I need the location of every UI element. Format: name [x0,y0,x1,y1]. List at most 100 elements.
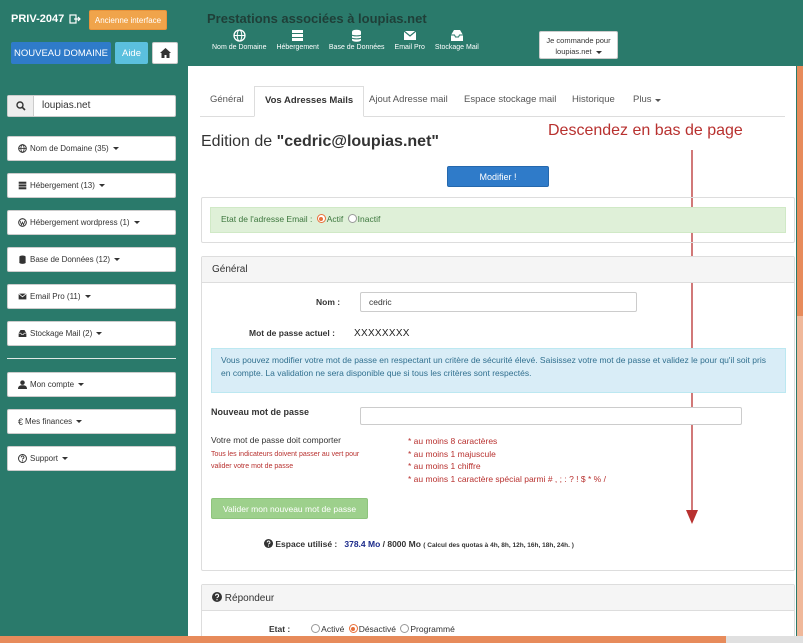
indicateurs-line2: valider votre mot de passe [211,463,294,470]
valider-mdp-button[interactable]: Valider mon nouveau mot de passe [211,498,368,519]
sidebar-item-stockage-mail[interactable]: Stockage Mail (2) [7,321,176,346]
horizontal-scroll-thumb[interactable] [0,636,726,643]
domain-search[interactable]: loupias.net [7,95,176,117]
sidebar: loupias.net Nom de Domaine (35) Hébergem… [0,66,182,636]
desactive-radio[interactable] [348,624,358,634]
sidebar-item-base-de-donnees[interactable]: Base de Données (12) [7,247,176,272]
nav-label: Base de Données [328,44,385,51]
sidebar-item-email-pro[interactable]: Email Pro (11) [7,284,176,309]
aide-button[interactable]: Aide [115,42,148,64]
vertical-scroll-thumb[interactable] [797,66,803,316]
critere-item: * au moins 8 caractères [408,436,498,446]
database-icon [351,29,362,42]
tab-espace-stockage-mail[interactable]: Espace stockage mail [464,94,556,105]
repondeur-title: Répondeur [224,593,275,604]
repondeur-panel: Répondeur Etat : Activé Désactivé Progra… [201,584,795,636]
ancienne-interface-button[interactable]: Ancienne interface [89,10,167,30]
envelope-icon [18,293,27,300]
programme-radio[interactable] [400,624,410,634]
scroll-annotation: Descendez en bas de page [548,122,743,139]
etat-label: Etat de l'adresse Email : [221,214,313,224]
search-addon [8,96,34,116]
sidebar-item-nom-de-domaine[interactable]: Nom de Domaine (35) [7,136,176,161]
indicateurs-text: Tous les indicateurs doivent passer au v… [211,449,359,473]
sidebar-item-label: Nom de Domaine (35) [30,144,109,153]
nom-input[interactable]: cedric [360,292,637,312]
sidebar-item-hebergement-wordpress[interactable]: Hébergement wordpress (1) [7,210,176,235]
tab-general[interactable]: Général [210,94,244,105]
modifier-button[interactable]: Modifier ! [447,166,549,187]
home-icon [159,48,171,58]
tab-historique[interactable]: Historique [572,94,615,105]
horizontal-scrollbar[interactable] [0,636,803,643]
chevron-down-icon [78,383,85,386]
critere-item: * au moins 1 majuscule [408,448,496,459]
nav-hebergement[interactable]: Hébergement [276,29,319,51]
mdp-actuel-value: XXXXXXXX [354,328,410,339]
critere-item: * au moins 1 chiffre [408,461,481,471]
tab-bar: Général Vos Adresses Mails Ajout Adresse… [200,86,785,117]
sidebar-item-support[interactable]: Support [7,446,176,471]
question-icon [18,454,27,463]
actif-radio[interactable] [316,214,326,224]
espace-used: 378.4 Mo [344,539,381,549]
logout-icon[interactable] [69,13,81,25]
active-label: Activé [321,624,345,634]
nav-stockage-mail[interactable]: Stockage Mail [435,29,479,51]
page-title: Prestations associées à loupias.net [207,11,427,26]
sidebar-item-label: Email Pro (11) [30,292,81,301]
mdp-actuel-label: Mot de passe actuel : [249,328,335,338]
repondeur-etat-label: Etat : [269,624,291,634]
tab-plus[interactable]: Plus [633,94,662,105]
espace-total: / 8000 Mo [380,539,421,549]
active-radio[interactable] [311,624,321,634]
tab-vos-adresses-mails[interactable]: Vos Adresses Mails [254,86,365,117]
actif-label: Actif [326,214,344,224]
criteres-list: * au moins 8 caractères * au moins 1 maj… [408,435,606,485]
doit-comporter-text: Votre mot de passe doit comporter [211,435,341,445]
inactif-radio[interactable] [347,214,357,224]
nom-label: Nom : [316,297,341,307]
envelope-icon [403,30,417,40]
home-button[interactable] [152,42,178,64]
globe-icon [18,144,27,153]
sidebar-divider [7,358,176,359]
nav-email-pro[interactable]: Email Pro [395,29,425,51]
repondeur-panel-title: Répondeur [202,585,794,611]
chevron-down-icon [76,420,83,423]
critere-item: * au moins 1 caractère spécial parmi # ,… [408,473,606,484]
euro-icon: € [18,416,24,427]
chevron-down-icon [84,295,91,298]
nouveau-mdp-input[interactable] [360,407,742,425]
chevron-down-icon [112,147,119,150]
edit-title-prefix: Edition de [201,133,277,150]
nav-base-de-donnees[interactable]: Base de Données [329,29,385,51]
programme-label: Programmé [410,624,455,634]
service-nav: Nom de Domaine Hébergement Base de Donné… [212,29,489,51]
chevron-down-icon [133,221,140,224]
nouveau-domaine-button[interactable]: NOUVEAU DOMAINE [11,42,111,64]
chevron-down-icon [595,51,602,54]
indicateurs-line1: Tous les indicateurs doivent passer au v… [211,451,360,458]
sidebar-item-label: Base de Données (12) [30,255,111,264]
vertical-scrollbar[interactable] [797,66,803,643]
inbox-icon [450,30,463,41]
chevron-down-icon [98,184,105,187]
sidebar-item-mon-compte[interactable]: Mon compte [7,372,176,397]
tab-ajout-adresse-mail[interactable]: Ajout Adresse mail [369,94,448,105]
wordpress-icon [18,218,27,227]
tab-plus-label: Plus [633,94,652,105]
chevron-down-icon [96,332,103,335]
sidebar-item-label: Stockage Mail (2) [30,329,93,338]
sidebar-item-mes-finances[interactable]: € Mes finances [7,409,176,434]
edit-title: Edition de "cedric@loupias.net" [201,133,439,151]
server-icon [292,30,304,41]
search-input[interactable]: loupias.net [34,96,90,116]
nav-nom-de-domaine[interactable]: Nom de Domaine [212,29,266,51]
globe-icon [233,29,246,42]
sidebar-item-hebergement[interactable]: Hébergement (13) [7,173,176,198]
commande-pour-dropdown[interactable]: Je commande pour loupias.net [539,31,618,59]
database-icon [19,255,26,264]
nav-label: Email Pro [394,44,425,51]
commande-line2: loupias.net [540,46,617,57]
